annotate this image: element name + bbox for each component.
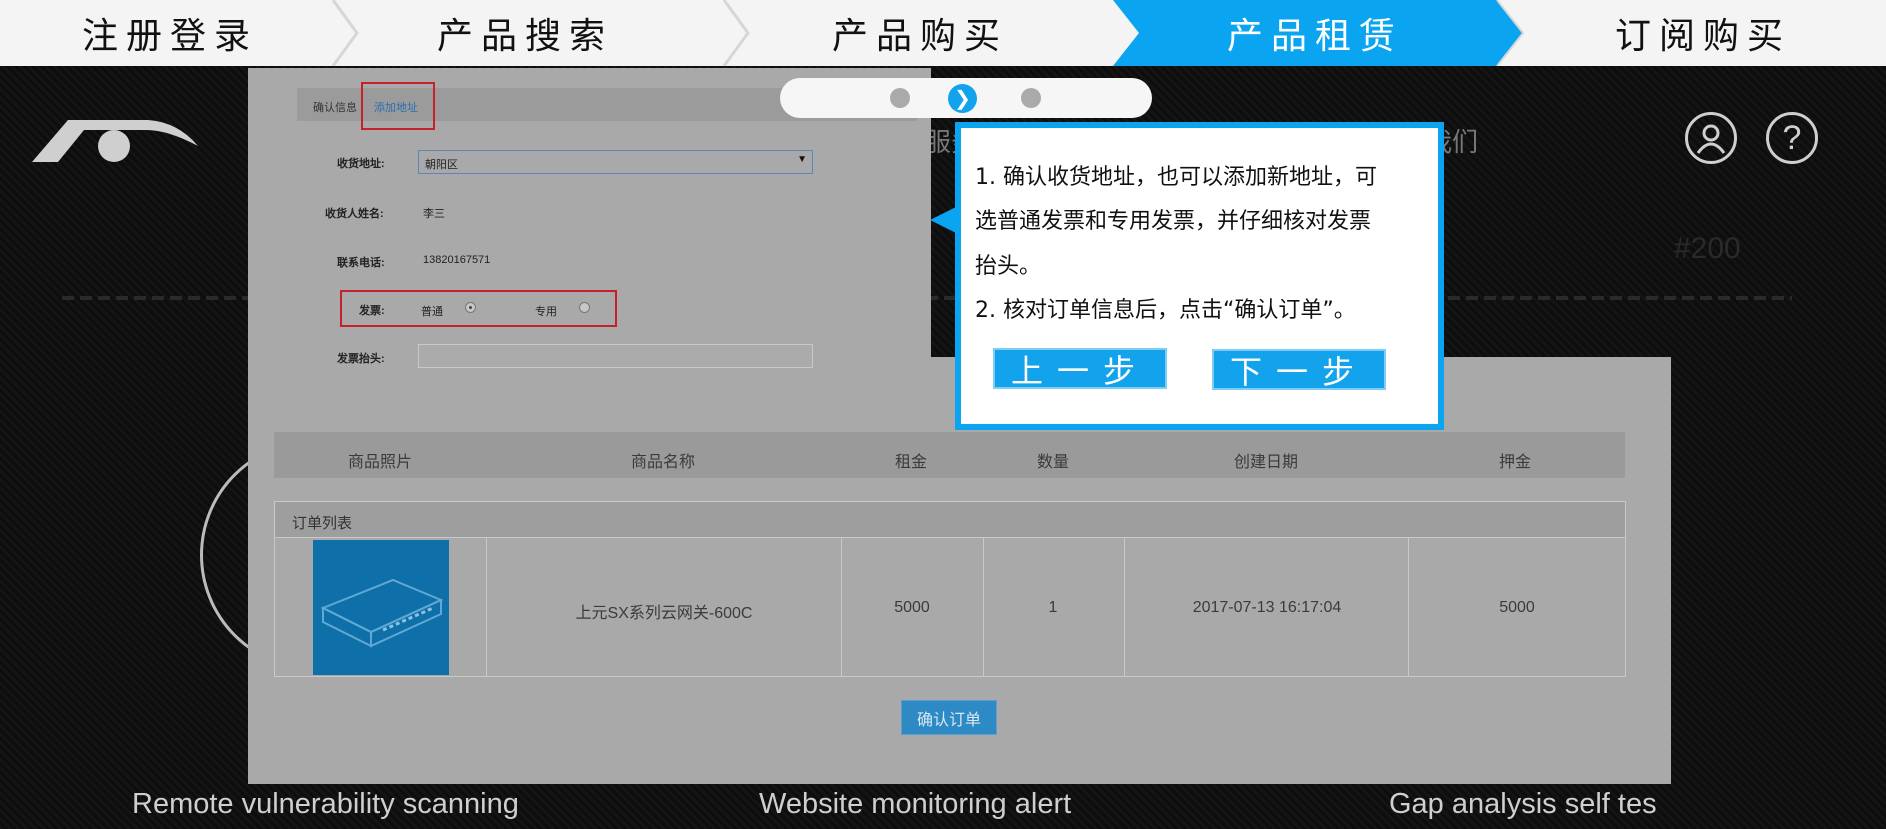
column-header-rent: 租金 — [894, 454, 928, 471]
highlight-add-address — [361, 82, 435, 130]
confirm-order-button[interactable]: 确认订单 — [901, 700, 997, 735]
invoice-title-input[interactable] — [418, 344, 813, 368]
tooltip-line-2: 选普通发票和专用发票，并仔细核对发票 — [975, 209, 1372, 234]
column-header-deposit: 押金 — [1498, 454, 1532, 471]
next-step-button[interactable]: 下一步 — [1212, 349, 1386, 391]
pager-dot-3[interactable] — [1021, 88, 1041, 108]
step-product-purchase[interactable]: 产品购买 — [740, 0, 1100, 66]
phone-label: 联系电话: — [337, 257, 385, 269]
tooltip-line-3: 抬头。 — [975, 254, 1042, 279]
phone-value: 13820167571 — [423, 254, 491, 266]
cell-rent: 5000 — [894, 599, 930, 616]
step-subscription-purchase[interactable]: 订阅购买 — [1520, 0, 1886, 66]
cell-deposit: 5000 — [1499, 599, 1535, 616]
column-header-quantity: 数量 — [1036, 454, 1070, 471]
cell-divider — [983, 538, 984, 677]
chevron-right-icon[interactable]: ❯ — [948, 84, 977, 113]
product-photo — [313, 540, 449, 675]
cell-product-name: 上元SX系列云网关-600C — [575, 605, 753, 622]
column-header-name: 商品名称 — [630, 454, 696, 471]
pager-dot-1[interactable] — [890, 88, 910, 108]
name-label: 收货人姓名: — [325, 208, 384, 220]
order-list-title: 订单列表 — [275, 502, 1625, 538]
tooltip-line-4: 2. 核对订单信息后，点击“确认订单”。 — [975, 298, 1356, 323]
confirm-info-label: 确认信息 — [313, 102, 357, 114]
step-product-rental[interactable]: 产品租赁 — [1130, 0, 1500, 66]
cell-quantity: 1 — [1048, 599, 1058, 616]
column-header-date: 创建日期 — [1233, 454, 1299, 471]
invoice-title-label: 发票抬头: — [337, 353, 385, 365]
invoice-label: 发票: — [359, 305, 385, 317]
cell-date: 2017-07-13 16:17:04 — [1192, 599, 1342, 616]
footer-service-1: Remote vulnerability scanning — [132, 788, 519, 820]
invoice-special-radio[interactable] — [579, 302, 590, 313]
bg-faded-number: #200 — [1674, 232, 1741, 265]
table-header — [274, 432, 1625, 478]
address-label: 收货地址: — [337, 158, 385, 170]
invoice-normal-label: 普通 — [421, 306, 443, 318]
step-product-search[interactable]: 产品搜索 — [345, 0, 705, 66]
address-select[interactable]: 朝阳区 ▼ — [418, 150, 813, 174]
prev-step-button[interactable]: 上一步 — [993, 348, 1167, 390]
cell-divider — [841, 538, 842, 677]
help-icon[interactable]: ? — [1766, 112, 1818, 164]
cell-divider — [1124, 538, 1125, 677]
slide-pager: ❯ — [780, 78, 1152, 118]
user-icon[interactable] — [1685, 112, 1737, 164]
step-register-login[interactable]: 注册登录 — [0, 0, 340, 66]
tooltip-line-1: 1. 确认收货地址，也可以添加新地址，可 — [975, 165, 1377, 190]
step-navigation: 注册登录 产品搜索 产品购买 产品租赁 订阅购买 — [0, 0, 1886, 66]
name-value: 李三 — [423, 208, 445, 220]
invoice-normal-radio[interactable] — [465, 302, 476, 313]
order-form-panel — [248, 68, 931, 432]
invoice-special-label: 专用 — [535, 306, 557, 318]
cell-divider — [1408, 538, 1409, 677]
column-header-photo: 商品照片 — [347, 454, 413, 471]
cell-divider — [486, 538, 487, 677]
site-logo — [32, 120, 198, 162]
address-select-value: 朝阳区 — [425, 159, 458, 171]
chevron-down-icon: ▼ — [797, 154, 807, 165]
footer-service-2: Website monitoring alert — [759, 788, 1072, 820]
footer-service-3: Gap analysis self tes — [1389, 788, 1657, 820]
